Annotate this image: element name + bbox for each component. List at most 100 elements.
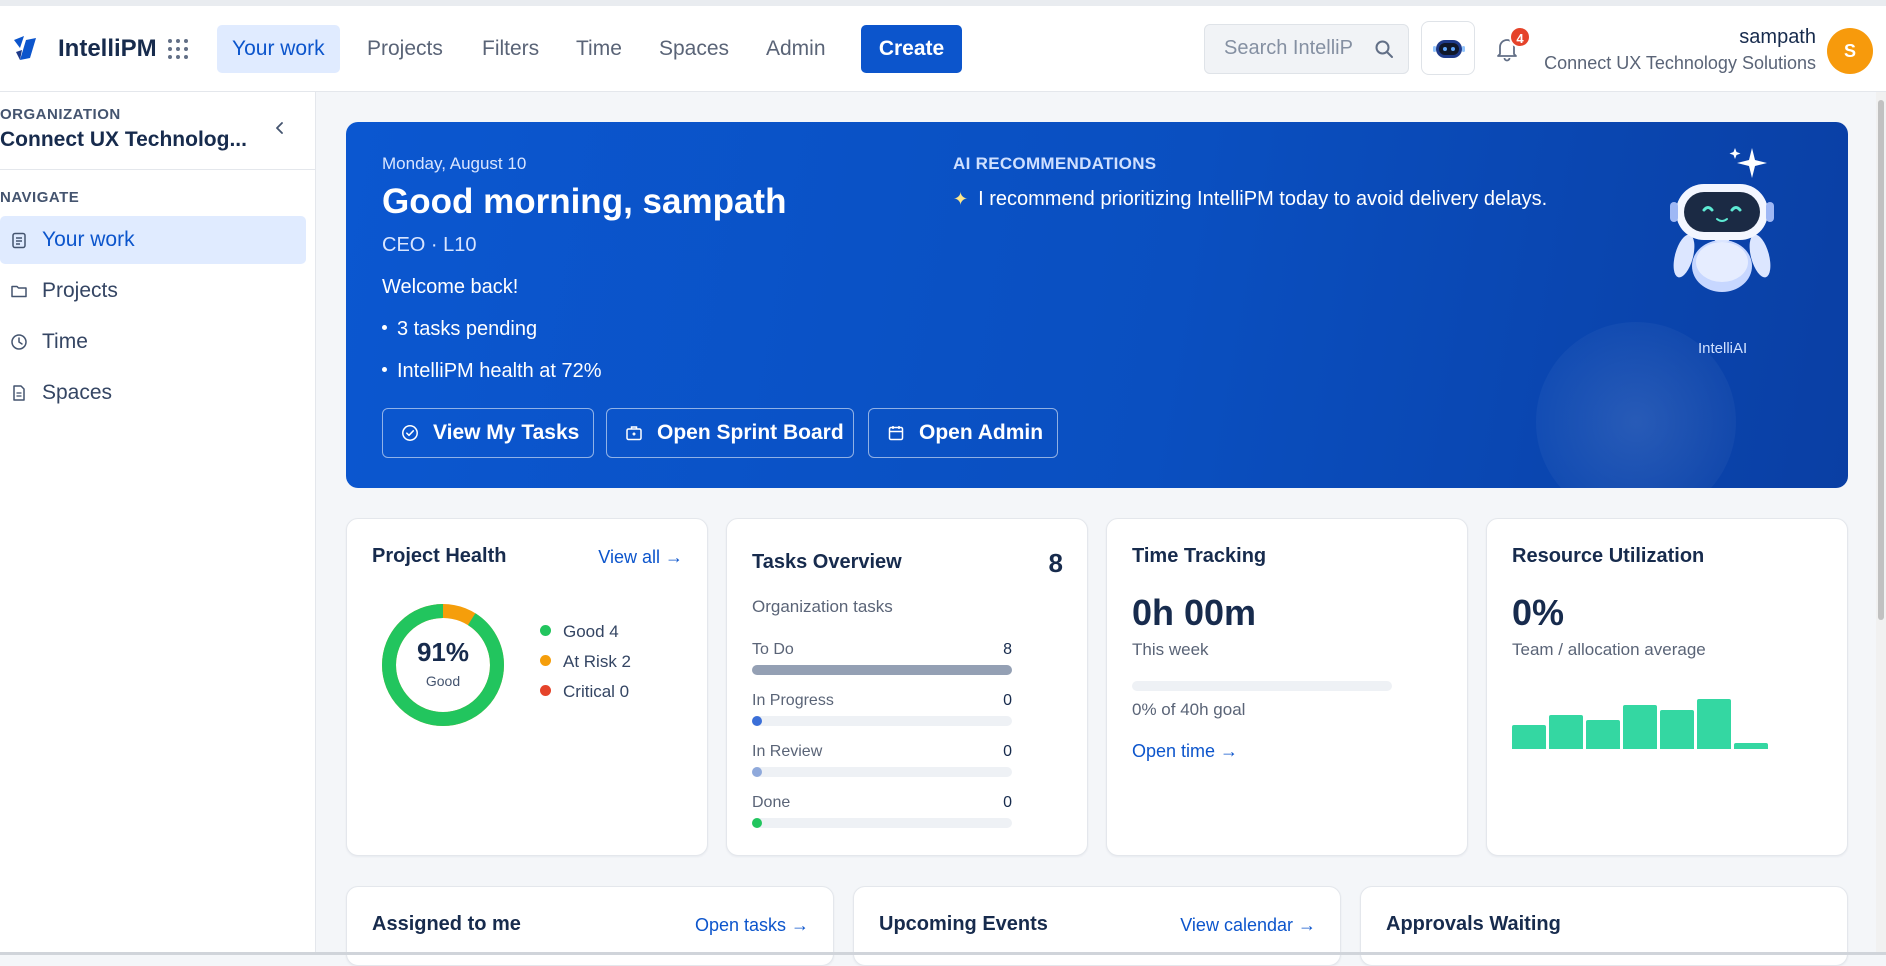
sidebar-item-time[interactable]: Time — [0, 318, 306, 366]
time-tracking-card: Time Tracking 0h 00m This week 0% of 40h… — [1106, 518, 1468, 856]
calendar-icon — [888, 426, 904, 441]
legend-label: At Risk 2 — [563, 652, 632, 671]
total-tasks-count: 8 — [1048, 548, 1063, 578]
card-title: Upcoming Events — [879, 913, 1048, 935]
legend-critical: Critical 0 — [540, 682, 629, 702]
ai-recommendations-heading: AI RECOMMENDATIONS — [953, 154, 1157, 173]
utilization-bar — [1586, 720, 1620, 749]
ai-recommendation-item: ✦ I recommend prioritizing IntelliPM toda… — [953, 188, 1547, 211]
ai-robot-mascot-icon — [1670, 148, 1774, 292]
resource-utilization-card: Resource Utilization 0% Team / allocatio… — [1486, 518, 1848, 856]
button-label: Open Admin — [919, 421, 1044, 444]
status-count: 0 — [1003, 743, 1012, 760]
card-title: Tasks Overview — [752, 551, 902, 573]
folder-icon — [11, 285, 27, 298]
open-time-link[interactable]: Open time → — [1132, 741, 1238, 762]
page-scrollbar[interactable] — [1876, 92, 1886, 955]
organization-name[interactable]: Connect UX Technolog... — [0, 128, 247, 152]
clipboard-icon — [12, 232, 26, 249]
create-button[interactable]: Create — [861, 25, 962, 73]
card-title: Resource Utilization — [1512, 545, 1705, 567]
utilization-subtitle: Team / allocation average — [1512, 640, 1706, 659]
view-calendar-link[interactable]: View calendar → — [1180, 915, 1316, 936]
search-icon[interactable] — [1374, 39, 1394, 59]
legend-label: Good 4 — [563, 622, 619, 641]
nav-filters[interactable]: Filters — [467, 25, 554, 73]
search-input[interactable]: Search IntelliP — [1204, 24, 1409, 74]
legend-swatch — [540, 655, 551, 666]
nav-spaces[interactable]: Spaces — [644, 25, 744, 73]
search-placeholder: Search IntelliP — [1224, 37, 1353, 59]
current-date: Monday, August 10 — [382, 154, 527, 173]
sidebar-item-spaces[interactable]: Spaces — [0, 369, 306, 417]
nav-your-work[interactable]: Your work — [217, 25, 340, 73]
collapse-sidebar-chevron-icon[interactable] — [272, 120, 288, 136]
goal-progress-text: 0% of 40h goal — [1132, 700, 1246, 719]
user-organization: Connect UX Technology Solutions — [1544, 53, 1816, 73]
utilization-bar — [1734, 743, 1768, 749]
utilization-value: 0% — [1512, 592, 1565, 633]
tasks-overview-card: Tasks Overview 8 Organization tasks To D… — [726, 518, 1088, 856]
status-progress-track — [752, 818, 1012, 828]
clock-icon — [11, 334, 27, 350]
robot-icon — [1433, 40, 1465, 58]
user-avatar[interactable]: S — [1827, 28, 1873, 74]
utilization-bar — [1660, 710, 1694, 749]
view-all-link[interactable]: View all → — [598, 547, 683, 568]
status-progress-track — [752, 665, 1012, 675]
ai-mascot-label: IntelliAI — [1698, 340, 1748, 357]
legend-swatch — [540, 685, 551, 696]
scrollbar-thumb[interactable] — [1878, 100, 1884, 620]
sidebar-item-projects[interactable]: Projects — [0, 267, 306, 315]
status-name: Done — [752, 794, 791, 811]
utilization-bar — [1623, 705, 1657, 749]
project-health-card: Project Health View all → 91% Good Good … — [346, 518, 708, 856]
goal-progress-track — [1132, 681, 1392, 691]
greeting-heading: Good morning, sampath — [382, 182, 787, 221]
top-navigation-bar: IntelliPM Your work Projects Filters Tim… — [0, 6, 1886, 92]
summary-bullet: IntelliPM health at 72% — [382, 360, 602, 383]
nav-admin[interactable]: Admin — [751, 25, 841, 73]
open-tasks-link[interactable]: Open tasks → — [695, 915, 809, 936]
nav-time[interactable]: Time — [561, 25, 637, 73]
status-progress-fill — [752, 716, 762, 726]
app-brand-name[interactable]: IntelliPM — [58, 35, 157, 63]
utilization-bar-sparkline — [1512, 699, 1774, 749]
open-admin-button[interactable]: Open Admin — [868, 408, 1058, 458]
legend-good: Good 4 — [540, 622, 619, 642]
sidebar: ORGANIZATION Connect UX Technolog... NAV… — [0, 92, 316, 955]
sidebar-item-label: Spaces — [42, 381, 113, 404]
summary-bullet: 3 tasks pending — [382, 318, 537, 341]
welcome-banner: Monday, August 10 Good morning, sampath … — [346, 122, 1848, 488]
status-name: To Do — [752, 641, 794, 658]
view-my-tasks-button[interactable]: View My Tasks — [382, 408, 594, 458]
app-logo-icon[interactable] — [12, 34, 40, 62]
notification-count-badge: 4 — [1509, 26, 1531, 48]
sidebar-item-your-work[interactable]: Your work — [0, 216, 306, 264]
health-percent: 91% — [416, 637, 470, 667]
status-count: 0 — [1003, 692, 1012, 709]
navigate-section-label: NAVIGATE — [0, 189, 80, 206]
time-tracked-value: 0h 00m — [1132, 592, 1257, 633]
summary-bullet-text: 3 tasks pending — [397, 318, 538, 340]
user-name[interactable]: sampath — [1739, 26, 1816, 49]
nav-projects[interactable]: Projects — [352, 25, 458, 73]
status-progress-fill — [752, 818, 762, 828]
welcome-message: Welcome back! — [382, 276, 519, 298]
organization-label: ORGANIZATION — [0, 106, 121, 123]
time-period-label: This week — [1132, 640, 1209, 659]
user-role: CEO · L10 — [382, 234, 477, 256]
open-sprint-board-button[interactable]: Open Sprint Board — [606, 408, 854, 458]
status-progress-track — [752, 767, 1012, 777]
app-switcher-grid-icon[interactable] — [168, 39, 188, 59]
briefcase-icon — [626, 426, 642, 441]
health-status-label: Good — [425, 673, 461, 689]
summary-bullet-text: IntelliPM health at 72% — [397, 360, 602, 382]
legend-at-risk: At Risk 2 — [540, 652, 631, 672]
button-label: View My Tasks — [433, 421, 580, 444]
sparkle-icon: ✦ — [953, 189, 969, 209]
document-icon — [13, 385, 25, 401]
status-name: In Review — [752, 743, 823, 760]
sidebar-divider — [0, 169, 316, 170]
ai-assistant-button[interactable] — [1421, 21, 1475, 75]
